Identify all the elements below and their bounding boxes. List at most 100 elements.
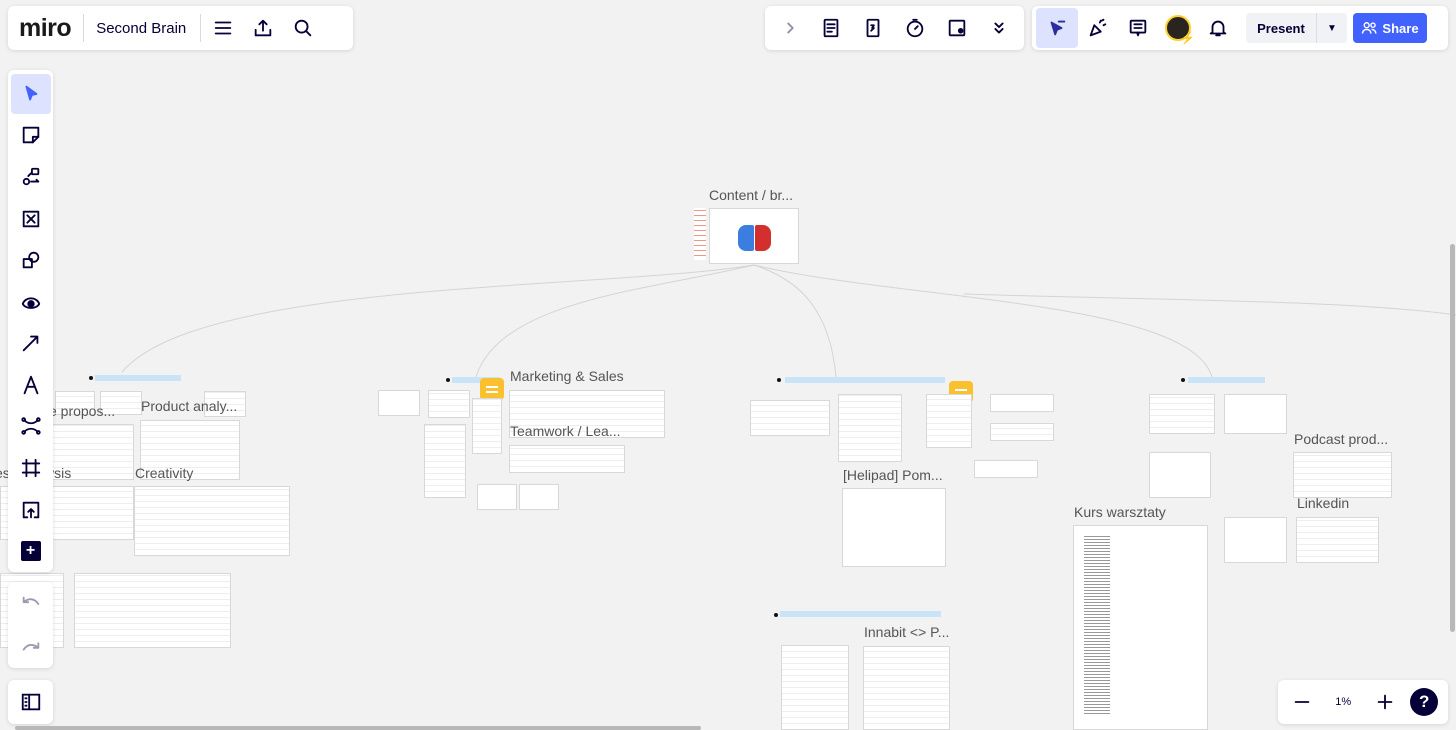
apps-tool[interactable] [11, 282, 51, 322]
history-toolbar [8, 582, 53, 668]
frame-label: Marketing & Sales [510, 368, 624, 384]
frame-podcast[interactable] [1293, 452, 1392, 498]
text-list [1084, 536, 1110, 716]
frame-template-tool[interactable] [11, 199, 51, 239]
section-dot [446, 378, 450, 382]
more-apps-button[interactable]: + [11, 531, 51, 571]
expand-button[interactable] [771, 8, 809, 48]
share-button[interactable]: Share [1353, 13, 1427, 43]
frame-tool[interactable] [11, 448, 51, 488]
board-card[interactable] [781, 645, 849, 730]
board-card[interactable] [428, 390, 470, 418]
board-card[interactable] [750, 400, 830, 436]
notes-button[interactable] [811, 8, 851, 48]
sticky-column[interactable] [694, 208, 706, 260]
frame-helipad[interactable] [842, 488, 946, 567]
section-header-bar[interactable] [785, 377, 945, 383]
reactions-cursor-button[interactable] [1036, 8, 1078, 48]
zoom-out-button[interactable] [1282, 682, 1322, 722]
board-card[interactable] [990, 394, 1054, 412]
board-card[interactable] [990, 423, 1054, 441]
board-card[interactable] [378, 390, 420, 416]
diagram-tool[interactable] [11, 157, 51, 197]
user-avatar[interactable]: ⚡ [1158, 8, 1198, 48]
frame-content-brain[interactable] [709, 208, 799, 264]
share-label: Share [1382, 20, 1419, 36]
frame-teamwork[interactable] [509, 445, 625, 473]
upload-tool[interactable] [11, 490, 51, 530]
board-title[interactable]: Second Brain [96, 20, 186, 37]
timer-button[interactable] [895, 8, 935, 48]
sticky-note-tool[interactable] [11, 116, 51, 156]
cursor-icon [1050, 20, 1066, 36]
voting-button[interactable] [937, 8, 977, 48]
timer-icon [906, 18, 924, 38]
zoom-in-button[interactable] [1365, 682, 1405, 722]
frame-innabit[interactable] [863, 646, 950, 730]
undo-icon [22, 596, 39, 605]
board-canvas[interactable]: Content / br... Value propos... Product … [0, 0, 1456, 730]
section-dot [777, 378, 781, 382]
frame-kurs-warsztaty[interactable] [1073, 525, 1208, 730]
celebrate-button[interactable] [1078, 8, 1118, 48]
lightning-icon: ⚡ [1180, 31, 1195, 45]
present-dropdown-chevron-down-icon[interactable]: ▼ [1317, 13, 1347, 43]
redo-icon [22, 642, 39, 651]
frames-panel-toggle[interactable] [8, 680, 53, 724]
search-button[interactable] [283, 8, 323, 48]
connector-tool[interactable] [11, 323, 51, 363]
upload-icon [255, 19, 272, 37]
mind-map-tool[interactable] [11, 407, 51, 447]
frame-label: Product analy... [141, 398, 238, 414]
frame-label: Podcast prod... [1294, 431, 1389, 447]
board-card[interactable] [1149, 394, 1215, 434]
horizontal-scrollbar[interactable] [15, 726, 701, 730]
sidebar-icon [21, 693, 40, 711]
section-header-bar[interactable] [780, 611, 941, 617]
shapes-tool[interactable] [11, 240, 51, 280]
board-card[interactable] [1149, 452, 1211, 498]
section-header-bar[interactable] [1188, 377, 1265, 383]
bell-icon [1209, 20, 1227, 37]
undo-button[interactable] [11, 584, 51, 624]
board-card[interactable] [838, 394, 902, 462]
frame-label: Content / br... [709, 187, 794, 203]
export-button[interactable] [243, 8, 283, 48]
menu-button[interactable] [203, 8, 243, 48]
frame-linkedin[interactable] [1296, 517, 1379, 563]
board-card[interactable] [477, 484, 517, 510]
more-tools-button[interactable] [979, 8, 1019, 48]
board-card[interactable] [1224, 394, 1287, 434]
present-button[interactable]: Present [1246, 13, 1316, 43]
redo-button[interactable] [11, 626, 51, 666]
board-card[interactable] [424, 424, 466, 498]
search-icon [295, 19, 312, 37]
zoom-controls: 1% ? [1278, 680, 1448, 724]
party-popper-icon [1089, 18, 1107, 37]
zoom-level[interactable]: 1% [1322, 696, 1365, 708]
comments-button[interactable] [1118, 8, 1158, 48]
board-card[interactable] [926, 394, 972, 448]
minus-icon [1294, 701, 1310, 703]
frame-creativity[interactable] [134, 486, 290, 556]
section-header-bar[interactable] [95, 375, 181, 381]
comment-icon[interactable] [480, 378, 504, 400]
notifications-button[interactable] [1198, 8, 1238, 48]
help-button[interactable]: ? [1405, 682, 1445, 722]
miro-logo[interactable]: miro [19, 14, 72, 43]
board-card[interactable] [1224, 517, 1287, 563]
flowchart-icon [22, 167, 39, 186]
upload-icon [22, 501, 39, 518]
pen-tool[interactable] [11, 365, 51, 405]
section-dot [89, 376, 93, 380]
board-card[interactable] [974, 460, 1038, 478]
select-tool[interactable] [10, 74, 51, 114]
vertical-scrollbar[interactable] [1450, 244, 1455, 632]
users-icon [1362, 22, 1377, 34]
board-header: miro Second Brain [8, 6, 353, 50]
eye-icon [21, 297, 40, 309]
board-card[interactable] [519, 484, 559, 510]
board-card[interactable] [74, 573, 231, 648]
board-card[interactable] [472, 398, 502, 454]
cards-button[interactable] [853, 8, 893, 48]
